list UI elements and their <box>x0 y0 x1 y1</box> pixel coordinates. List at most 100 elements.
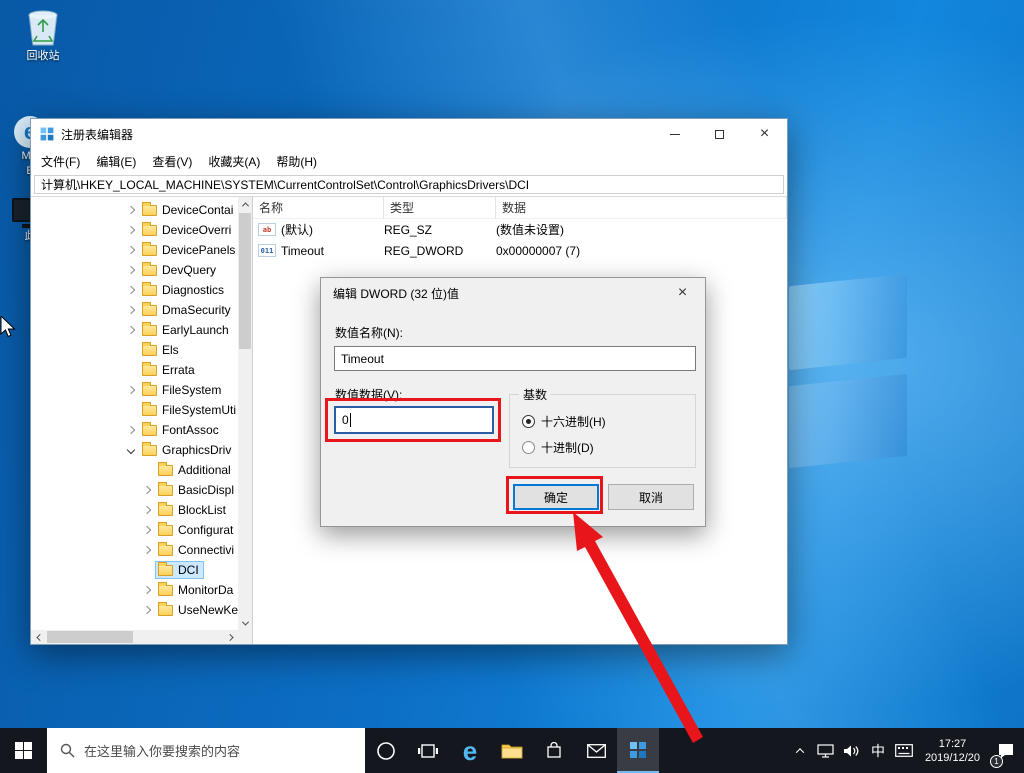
store-button[interactable] <box>533 728 575 773</box>
tree-item-FileSystem[interactable]: FileSystem <box>31 380 238 400</box>
chevron-right-icon[interactable] <box>123 287 139 293</box>
file-explorer-button[interactable] <box>491 728 533 773</box>
tree-item-label: Additional <box>178 463 231 477</box>
chevron-right-icon[interactable] <box>123 267 139 273</box>
chevron-right-icon[interactable] <box>139 527 155 533</box>
value-name-input[interactable]: Timeout <box>334 346 696 371</box>
task-view-icon <box>418 743 438 758</box>
base-group-label: 基数 <box>519 386 552 403</box>
chevron-right-icon[interactable] <box>123 327 139 333</box>
tree-item-label: Els <box>162 343 179 357</box>
tree-item-BlockList[interactable]: BlockList <box>31 500 238 520</box>
desktop-icon-recycle-bin[interactable]: 回收站 <box>14 8 72 63</box>
minimize-button[interactable] <box>652 119 697 149</box>
tree-item-EarlyLaunch[interactable]: EarlyLaunch <box>31 320 238 340</box>
notification-center-button[interactable]: 1 <box>988 728 1024 773</box>
chevron-right-icon[interactable] <box>123 387 139 393</box>
tree-item-label: BlockList <box>178 503 227 517</box>
start-button[interactable] <box>0 728 47 773</box>
folder-icon <box>142 241 157 256</box>
menu-item-3[interactable]: 收藏夹(A) <box>200 150 268 173</box>
ime-indicator[interactable]: 中 <box>865 728 891 773</box>
tree-item-Connectivi[interactable]: Connectivi <box>31 540 238 560</box>
list-row-0[interactable]: (默认) REG_SZ (数值未设置) <box>253 219 787 240</box>
hexadecimal-radio[interactable]: 十六进制(H) <box>522 413 606 430</box>
chevron-right-icon[interactable] <box>139 547 155 553</box>
column-header-1[interactable]: 类型 <box>384 197 496 218</box>
tree-item-DevicePanels[interactable]: DevicePanels <box>31 240 238 260</box>
maximize-button[interactable] <box>697 119 742 149</box>
task-view-button[interactable] <box>407 728 449 773</box>
tree-vertical-scrollbar[interactable] <box>238 197 252 630</box>
decimal-radio[interactable]: 十进制(D) <box>522 439 594 456</box>
folder-icon <box>142 421 157 436</box>
tray-expand-button[interactable] <box>787 728 813 773</box>
tree-item-Additional[interactable]: Additional <box>31 460 238 480</box>
tree-item-DeviceContai[interactable]: DeviceContai <box>31 200 238 220</box>
close-button[interactable] <box>742 119 787 149</box>
tree-item-BasicDispl[interactable]: BasicDispl <box>31 480 238 500</box>
chevron-right-icon[interactable] <box>139 607 155 613</box>
tree-item-DmaSecurity[interactable]: DmaSecurity <box>31 300 238 320</box>
hexadecimal-radio-label: 十六进制(H) <box>541 415 606 429</box>
menu-item-4[interactable]: 帮助(H) <box>268 150 325 173</box>
tree-item-DCI[interactable]: DCI <box>31 560 238 580</box>
chevron-right-icon[interactable] <box>139 487 155 493</box>
taskbar: 在这里输入你要搜索的内容 e 中 17:27 2019/12/20 1 <box>0 728 1024 773</box>
folder-icon <box>142 441 157 456</box>
tree-item-GraphicsDriv[interactable]: GraphicsDriv <box>31 440 238 460</box>
chevron-right-icon[interactable] <box>123 247 139 253</box>
dialog-titlebar[interactable]: 编辑 DWORD (32 位)值 <box>321 278 705 308</box>
chevron-right-icon[interactable] <box>123 227 139 233</box>
taskbar-search-box[interactable]: 在这里输入你要搜索的内容 <box>47 728 365 773</box>
tree-item-Els[interactable]: Els <box>31 340 238 360</box>
column-header-0[interactable]: 名称 <box>253 197 384 218</box>
tree-item-UseNewKe[interactable]: UseNewKe <box>31 600 238 620</box>
tree-item-FontAssoc[interactable]: FontAssoc <box>31 420 238 440</box>
chevron-down-icon[interactable] <box>123 447 139 453</box>
horizontal-scroll-thumb[interactable] <box>47 631 133 643</box>
vertical-scroll-thumb[interactable] <box>239 213 251 349</box>
folder-icon <box>158 521 173 536</box>
tree-item-Diagnostics[interactable]: Diagnostics <box>31 280 238 300</box>
tree-item-DeviceOverri[interactable]: DeviceOverri <box>31 220 238 240</box>
scroll-down-arrow[interactable] <box>238 616 252 630</box>
window-titlebar[interactable]: 注册表编辑器 <box>31 119 787 149</box>
regedit-app-icon <box>40 127 54 141</box>
menu-item-1[interactable]: 编辑(E) <box>88 150 144 173</box>
tree-item-label: DeviceContai <box>162 203 234 217</box>
edge-icon: e <box>462 735 478 766</box>
list-row-1[interactable]: Timeout REG_DWORD 0x00000007 (7) <box>253 240 787 261</box>
address-bar[interactable]: 计算机\HKEY_LOCAL_MACHINE\SYSTEM\CurrentCon… <box>34 175 784 194</box>
chevron-right-icon[interactable] <box>123 427 139 433</box>
tree-item-Configurat[interactable]: Configurat <box>31 520 238 540</box>
column-header-2[interactable]: 数据 <box>496 197 787 218</box>
cortana-button[interactable] <box>365 728 407 773</box>
taskbar-regedit-button[interactable] <box>617 728 659 773</box>
edge-button[interactable]: e <box>449 728 491 773</box>
mail-button[interactable] <box>575 728 617 773</box>
scroll-left-arrow[interactable] <box>31 630 45 644</box>
chevron-right-icon[interactable] <box>123 307 139 313</box>
chevron-right-icon[interactable] <box>139 507 155 513</box>
scroll-right-arrow[interactable] <box>224 630 238 644</box>
tree-item-FileSystemUti[interactable]: FileSystemUti <box>31 400 238 420</box>
tree-item-Errata[interactable]: Errata <box>31 360 238 380</box>
close-icon <box>760 126 769 142</box>
volume-button[interactable] <box>839 728 865 773</box>
dialog-close-button[interactable] <box>660 278 705 308</box>
network-button[interactable] <box>813 728 839 773</box>
touch-keyboard-button[interactable] <box>891 728 917 773</box>
tree-horizontal-scrollbar[interactable] <box>31 630 238 644</box>
cancel-button[interactable]: 取消 <box>608 484 694 510</box>
annotation-rect-ok-button <box>506 476 603 514</box>
scroll-up-arrow[interactable] <box>238 197 252 211</box>
chevron-right-icon[interactable] <box>139 587 155 593</box>
tree-item-MonitorDa[interactable]: MonitorDa <box>31 580 238 600</box>
tree-item-DevQuery[interactable]: DevQuery <box>31 260 238 280</box>
menu-item-2[interactable]: 查看(V) <box>144 150 200 173</box>
tree-item-label: FileSystem <box>162 383 222 397</box>
chevron-right-icon[interactable] <box>123 207 139 213</box>
menu-item-0[interactable]: 文件(F) <box>33 150 88 173</box>
taskbar-clock[interactable]: 17:27 2019/12/20 <box>917 728 988 773</box>
